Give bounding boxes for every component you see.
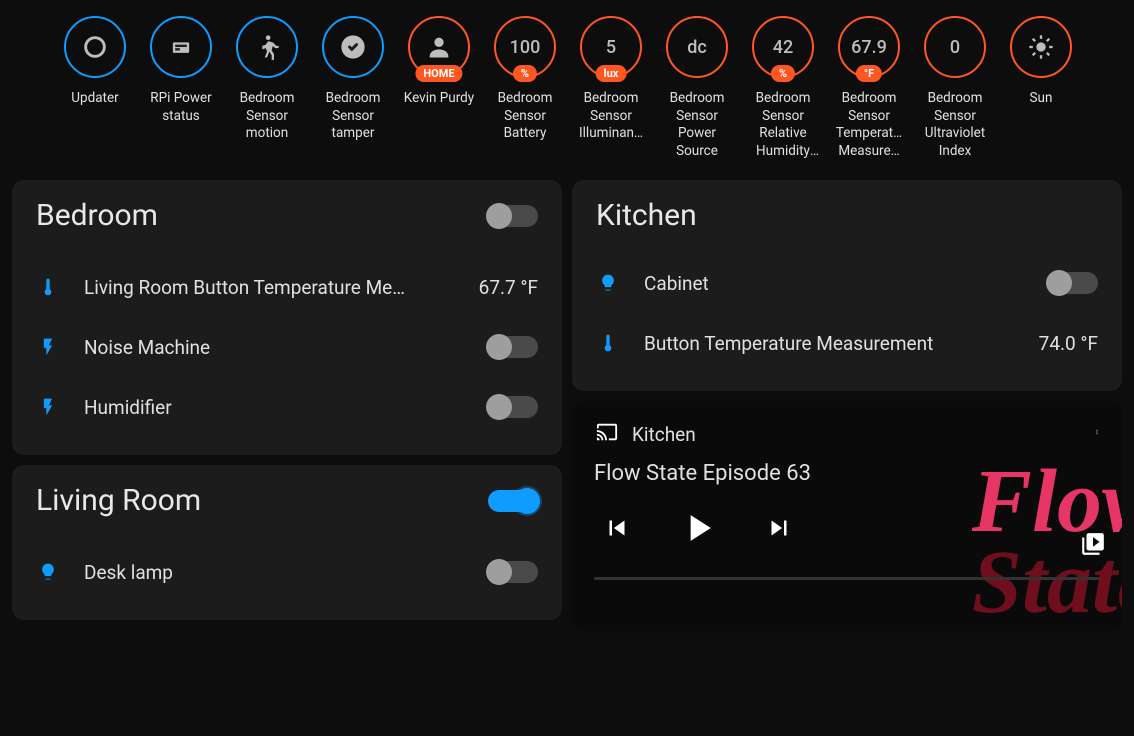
- media-cast-target: Kitchen: [632, 423, 696, 446]
- media-player-card: FlowState Kitchen Flow State Episode 63: [572, 401, 1122, 631]
- kitchen-btn-temp-value: 74.0 °F: [1039, 332, 1098, 355]
- livingroom-master-toggle[interactable]: [488, 490, 538, 512]
- badge-updater[interactable]: Updater: [56, 16, 134, 160]
- media-title: Flow State Episode 63: [594, 461, 1100, 486]
- badge-uv-circle: 0: [924, 16, 986, 78]
- kitchen-btn-temp-label: Button Temperature Measurement: [644, 332, 1015, 355]
- badge-power-src-circle: dc: [666, 16, 728, 78]
- badge-bedroom-tamper-label: Bedroom Sensor tamper: [314, 90, 392, 143]
- badge-illum-pill: lux: [596, 65, 627, 82]
- livingroom-title: Living Room: [36, 483, 201, 518]
- thermometer-icon: [596, 331, 620, 355]
- badge-bedroom-motion-circle: [236, 16, 298, 78]
- badge-uv[interactable]: 0 Bedroom Sensor Ultraviolet Index: [916, 16, 994, 160]
- card-kitchen: Kitchen Cabinet Button Temperature Measu…: [572, 180, 1122, 391]
- livingroom-row-desk-lamp[interactable]: Desk lamp: [36, 542, 538, 602]
- badge-updater-label: Updater: [71, 90, 118, 108]
- badge-bedroom-motion-label: Bedroom Sensor motion: [228, 90, 306, 143]
- cast-icon[interactable]: [594, 421, 620, 447]
- kitchen-cabinet-toggle[interactable]: [1048, 272, 1098, 294]
- media-progress[interactable]: [594, 577, 1100, 580]
- badge-illum[interactable]: 5 lux Bedroom Sensor Illuminan…: [572, 16, 650, 160]
- badge-rpi-power[interactable]: RPi Power status: [142, 16, 220, 160]
- bulb-icon: [36, 560, 60, 584]
- bedroom-title: Bedroom: [36, 198, 158, 233]
- badge-illum-label: Bedroom Sensor Illuminan…: [572, 90, 650, 143]
- badge-humidity-pill: %: [771, 65, 795, 82]
- badge-kevin-pill: HOME: [415, 65, 462, 82]
- badge-kevin-circle: HOME: [408, 16, 470, 78]
- thermometer-icon: [36, 275, 60, 299]
- badge-humidity-circle: 42 %: [752, 16, 814, 78]
- badge-illum-circle: 5 lux: [580, 16, 642, 78]
- bedroom-humidifier-label: Humidifier: [84, 396, 464, 419]
- kitchen-row-btn-temp[interactable]: Button Temperature Measurement 74.0 °F: [596, 313, 1098, 373]
- kitchen-cabinet-label: Cabinet: [644, 272, 1024, 295]
- bedroom-row-lr-temp[interactable]: Living Room Button Temperature Me… 67.7 …: [36, 257, 538, 317]
- badge-battery-pill: %: [513, 65, 537, 82]
- badge-kevin-label: Kevin Purdy: [404, 90, 474, 108]
- badge-sun-label: Sun: [1030, 90, 1053, 108]
- kitchen-title: Kitchen: [596, 198, 697, 233]
- kitchen-row-cabinet[interactable]: Cabinet: [596, 253, 1098, 313]
- badge-sun[interactable]: Sun: [1002, 16, 1080, 160]
- badge-humidity[interactable]: 42 % Bedroom Sensor Relative Humidity Me…: [744, 16, 822, 160]
- media-menu-icon[interactable]: [1094, 421, 1100, 447]
- bedroom-noise-toggle[interactable]: [488, 336, 538, 358]
- badge-temp-label: Bedroom Sensor Temperat… Measure…: [830, 90, 908, 160]
- card-livingroom: Living Room Desk lamp: [12, 465, 562, 620]
- bedroom-lr-temp-value: 67.7 °F: [479, 276, 538, 299]
- media-queue-icon[interactable]: [1080, 531, 1106, 561]
- badge-power-src-label: Bedroom Sensor Power Source: [658, 90, 736, 160]
- badge-battery-label: Bedroom Sensor Battery: [486, 90, 564, 143]
- flash-icon: [36, 395, 60, 419]
- bedroom-noise-label: Noise Machine: [84, 336, 464, 359]
- badge-kevin[interactable]: HOME Kevin Purdy: [400, 16, 478, 160]
- card-bedroom: Bedroom Living Room Button Temperature M…: [12, 180, 562, 455]
- badge-temp-pill: °F: [856, 65, 882, 82]
- badge-uv-label: Bedroom Sensor Ultraviolet Index: [916, 90, 994, 160]
- badge-bedroom-tamper[interactable]: Bedroom Sensor tamper: [314, 16, 392, 160]
- livingroom-desk-lamp-toggle[interactable]: [488, 561, 538, 583]
- bedroom-lr-temp-label: Living Room Button Temperature Me…: [84, 276, 455, 299]
- badge-temp[interactable]: 67.9 °F Bedroom Sensor Temperat… Measure…: [830, 16, 908, 160]
- media-prev-button[interactable]: [602, 513, 632, 546]
- bedroom-humidifier-toggle[interactable]: [488, 396, 538, 418]
- badge-temp-circle: 67.9 °F: [838, 16, 900, 78]
- badge-humidity-label: Bedroom Sensor Relative Humidity Measure…: [744, 90, 822, 160]
- flash-icon: [36, 335, 60, 359]
- livingroom-desk-lamp-label: Desk lamp: [84, 561, 464, 584]
- badge-battery-circle: 100 %: [494, 16, 556, 78]
- badge-sun-circle: [1010, 16, 1072, 78]
- badge-power-src[interactable]: dc Bedroom Sensor Power Source: [658, 16, 736, 160]
- bedroom-master-toggle[interactable]: [488, 205, 538, 227]
- media-next-button[interactable]: [764, 513, 794, 546]
- badge-rpi-power-label: RPi Power status: [142, 90, 220, 125]
- badge-updater-circle: [64, 16, 126, 78]
- badge-rpi-power-circle: [150, 16, 212, 78]
- badge-battery[interactable]: 100 % Bedroom Sensor Battery: [486, 16, 564, 160]
- badge-bedroom-tamper-circle: [322, 16, 384, 78]
- badge-bedroom-motion[interactable]: Bedroom Sensor motion: [228, 16, 306, 160]
- bulb-icon: [596, 271, 620, 295]
- bedroom-row-noise[interactable]: Noise Machine: [36, 317, 538, 377]
- bedroom-row-humidifier[interactable]: Humidifier: [36, 377, 538, 437]
- media-play-button[interactable]: [676, 506, 720, 553]
